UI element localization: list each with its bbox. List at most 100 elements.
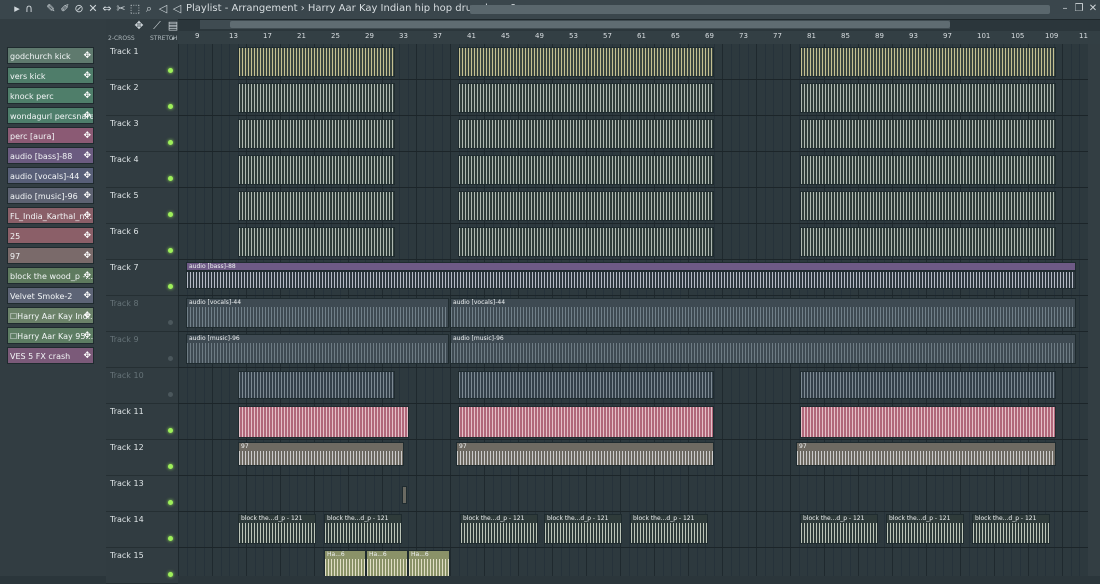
track-mute-led[interactable] (168, 392, 173, 397)
clip-item[interactable]: godchurch kick ✥ (7, 47, 94, 64)
track-header[interactable]: Track 12 (106, 440, 178, 476)
clip-move-icon[interactable]: ✥ (83, 328, 91, 343)
clip-item[interactable]: ☐Harry Aar Kay Indi... ✥ (7, 307, 94, 324)
track-header[interactable]: Track 14 (106, 512, 178, 548)
stretch-arrow-icon[interactable]: ▸ (172, 35, 175, 42)
clip-move-icon[interactable]: ✥ (83, 348, 91, 363)
slip-icon[interactable]: ⇔ (100, 2, 114, 16)
clip-move-icon[interactable]: ✥ (83, 268, 91, 283)
block-wood-clip[interactable]: block the...d_p - 121 (544, 514, 622, 544)
clip-item[interactable]: audio [vocals]-44 ✥ (7, 167, 94, 184)
pattern-clip[interactable] (458, 119, 714, 149)
playlist-grid[interactable]: audio [bass]-88 audio [vocals]-44 audio [v… (178, 44, 1100, 576)
close-button[interactable]: ✕ (1086, 2, 1100, 16)
clip-97[interactable]: 97 (456, 442, 714, 466)
track-header[interactable]: Track 6 (106, 224, 178, 260)
clip-move-icon[interactable]: ✥ (83, 128, 91, 143)
track-header[interactable]: Track 13 (106, 476, 178, 512)
timeline-ruler[interactable]: 9 13 17 21 25 29 33 37 41 45 49 53 57 61 65 69 73 77 81 85 8… (178, 31, 1100, 45)
track-mute-led[interactable] (168, 428, 173, 433)
block-wood-clip[interactable]: block the...d_p - 121 (800, 514, 878, 544)
track-mute-led[interactable] (168, 68, 173, 73)
drum-clip[interactable] (458, 47, 714, 77)
track-mute-led[interactable] (168, 536, 173, 541)
pattern-clip[interactable] (238, 227, 395, 257)
clip-item[interactable]: FL_India_Karthal_n... ✥ (7, 207, 94, 224)
clip-item[interactable]: audio [music]-96 ✥ (7, 187, 94, 204)
pattern-clip[interactable] (458, 227, 714, 257)
block-wood-clip[interactable]: block the...d_p - 121 (630, 514, 708, 544)
track-mute-led[interactable] (168, 104, 173, 109)
harry-clip[interactable]: Ha...6 (324, 550, 366, 576)
track-header[interactable]: Track 2 (106, 80, 178, 116)
overview-scrollbar[interactable] (470, 5, 1050, 14)
clip-move-icon[interactable]: ✥ (83, 68, 91, 83)
clip-item[interactable]: Velvet Smoke-2 ✥ (7, 287, 94, 304)
track-header[interactable]: Track 7 (106, 260, 178, 296)
clip-item[interactable]: wondagurl percsnare ✥ (7, 107, 94, 124)
clip-item[interactable]: perc [aura] ✥ (7, 127, 94, 144)
magnet-icon[interactable]: ∩ (22, 2, 36, 16)
draw-icon[interactable]: ⟋ (150, 19, 164, 33)
clip-move-icon[interactable]: ✥ (83, 108, 91, 123)
drum-clip[interactable] (800, 47, 1056, 77)
track-mute-led[interactable] (168, 140, 173, 145)
music-clip[interactable]: audio [music]-96 (186, 334, 449, 364)
clip-move-icon[interactable]: ✥ (83, 228, 91, 243)
muted-perc-clip[interactable] (800, 371, 1056, 399)
track-header[interactable]: Track 3 (106, 116, 178, 152)
block-wood-clip[interactable]: block the...d_p - 121 (238, 514, 316, 544)
track-mute-led[interactable] (168, 284, 173, 289)
clip-move-icon[interactable]: ✥ (83, 288, 91, 303)
delete-icon[interactable]: ⊘ (72, 2, 86, 16)
snap-label[interactable]: 2-CROSS (108, 35, 135, 42)
vertical-scrollbar[interactable] (1088, 44, 1100, 576)
minimize-button[interactable]: – (1058, 2, 1072, 16)
block-wood-clip[interactable]: block the...d_p - 121 (324, 514, 402, 544)
pattern-clip[interactable] (800, 191, 1056, 221)
harry-clip[interactable]: Ha...6 (366, 550, 408, 576)
speaker-icon[interactable]: ◁ (170, 2, 184, 16)
move-icon[interactable]: ✥ (132, 19, 146, 33)
clip-move-icon[interactable]: ✥ (83, 188, 91, 203)
track-header[interactable]: Track 15 (106, 548, 178, 584)
muted-perc-clip[interactable] (238, 371, 395, 399)
clip-item[interactable]: 97 ✥ (7, 247, 94, 264)
slice-icon[interactable]: ✂ (114, 2, 128, 16)
clip-move-icon[interactable]: ✥ (83, 248, 91, 263)
clip-move-icon[interactable]: ✥ (83, 208, 91, 223)
pattern-clip[interactable] (800, 155, 1056, 185)
perc-clip[interactable] (458, 406, 714, 438)
block-wood-clip[interactable]: block the...d_p - 121 (886, 514, 964, 544)
paint-brush-icon[interactable]: ✐ (58, 2, 72, 16)
clip-item[interactable]: ☐Harry Aar Kay 95... ✥ (7, 327, 94, 344)
zoom-icon[interactable]: ⌕ (142, 2, 156, 16)
pattern-clip[interactable] (238, 191, 395, 221)
pattern-clip[interactable] (800, 119, 1056, 149)
clip-move-icon[interactable]: ✥ (83, 308, 91, 323)
playback-icon[interactable]: ◁ (156, 2, 170, 16)
track-header[interactable]: Track 11 (106, 404, 178, 440)
mute-icon[interactable]: ✕ (86, 2, 100, 16)
track-header[interactable]: Track 8 (106, 296, 178, 332)
track-header[interactable]: Track 5 (106, 188, 178, 224)
pencil-icon[interactable]: ✎ (44, 2, 58, 16)
pattern-clip[interactable] (238, 119, 395, 149)
vocals-clip[interactable]: audio [vocals]-44 (186, 298, 449, 328)
track-mute-led[interactable] (168, 212, 173, 217)
clip-97[interactable]: 97 (238, 442, 404, 466)
restore-button[interactable]: ❐ (1072, 2, 1086, 16)
pattern-clip[interactable] (458, 191, 714, 221)
pattern-clip[interactable] (238, 155, 395, 185)
pattern-clip[interactable] (458, 155, 714, 185)
track-mute-led[interactable] (168, 572, 173, 577)
clip-item[interactable]: vers kick ✥ (7, 67, 94, 84)
drum-clip[interactable] (238, 47, 395, 77)
clip-move-icon[interactable]: ✥ (83, 148, 91, 163)
music-clip[interactable]: audio [music]-96 (450, 334, 1076, 364)
clip-move-icon[interactable]: ✥ (83, 48, 91, 63)
pattern-clip[interactable] (800, 227, 1056, 257)
track-mute-led[interactable] (168, 500, 173, 505)
clip-item[interactable]: audio [bass]-88 ✥ (7, 147, 94, 164)
muted-perc-clip[interactable] (458, 371, 714, 399)
